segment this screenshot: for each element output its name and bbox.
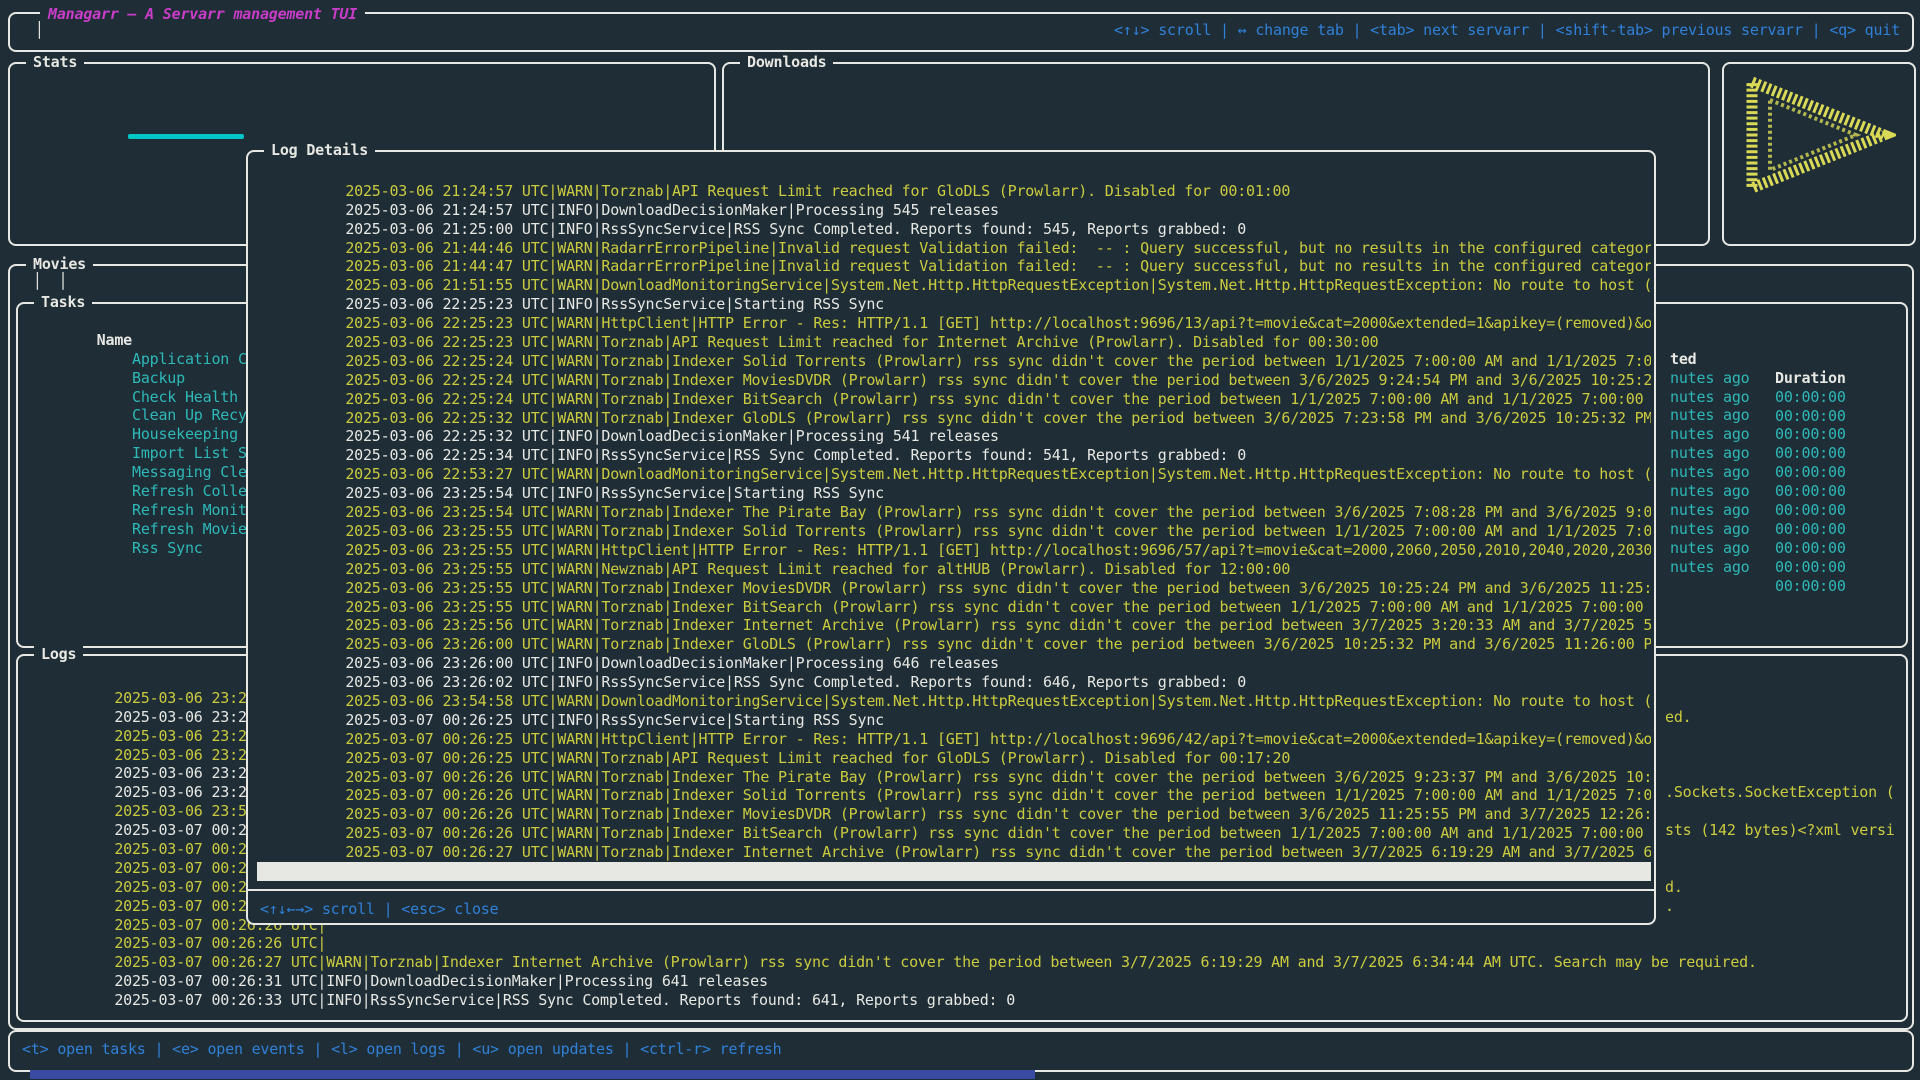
log-detail-line[interactable]: 2025-03-07 00:26:33 UTC|INFO|RssSyncServ… — [257, 862, 1651, 881]
log-detail-line[interactable]: 2025-03-06 23:25:55 UTC|WARN|Torznab|Ind… — [257, 503, 1651, 522]
log-detail-line[interactable]: 2025-03-06 21:44:46 UTC|WARN|RadarrError… — [257, 220, 1651, 239]
log-detail-line[interactable]: 2025-03-07 00:26:25 UTC|INFO|RssSyncServ… — [257, 692, 1651, 711]
log-detail-line[interactable]: 2025-03-07 00:26:25 UTC|WARN|Torznab|API… — [257, 730, 1651, 749]
header-panel: Managarr — A Servarr management TUI <↑↓>… — [8, 12, 1914, 52]
log-detail-line[interactable]: 2025-03-06 22:53:27 UTC|WARN|DownloadMon… — [257, 446, 1651, 465]
log-detail-line[interactable]: 2025-03-06 23:26:00 UTC|INFO|DownloadDec… — [257, 635, 1651, 654]
downloads-panel-title: Downloads — [740, 53, 833, 71]
log-detail-line[interactable]: 2025-03-06 22:25:23 UTC|WARN|Torznab|API… — [257, 314, 1651, 333]
managarr-tui-screen: Managarr — A Servarr management TUI <↑↓>… — [0, 0, 1920, 1080]
log-row-tail: . — [1665, 897, 1674, 916]
log-detail-line[interactable]: 2025-03-06 21:51:55 UTC|WARN|DownloadMon… — [257, 257, 1651, 276]
task-last-executed: nutes ago — [1670, 539, 1749, 558]
log-detail-line[interactable]: 2025-03-06 22:25:23 UTC|WARN|HttpClient|… — [257, 295, 1651, 314]
servarr-tab[interactable] — [22, 14, 48, 46]
log-details-lines: 2025-03-06 21:24:57 UTC|WARN|Torznab|API… — [257, 163, 1651, 881]
log-detail-line[interactable]: 2025-03-07 00:26:25 UTC|WARN|HttpClient|… — [257, 711, 1651, 730]
modal-keybinds: <↑↓←→> scroll | <esc> close — [260, 896, 498, 922]
log-detail-line[interactable]: 2025-03-06 22:25:24 UTC|WARN|Torznab|Ind… — [257, 371, 1651, 390]
stats-row — [18, 72, 710, 91]
log-detail-line[interactable]: 2025-03-06 23:25:54 UTC|INFO|RssSyncServ… — [257, 465, 1651, 484]
movies-tabs — [20, 272, 71, 290]
disk-usage-gauge — [128, 134, 244, 139]
log-detail-line[interactable]: 2025-03-07 00:26:27 UTC|WARN|Torznab|Ind… — [257, 824, 1651, 843]
movies-tab[interactable] — [46, 272, 72, 290]
logo-art-panel — [1722, 62, 1916, 246]
log-row-text: 2025-03-07 00:26:33 UTC|INFO|RssSyncServ… — [114, 991, 1015, 1009]
task-duration: 00:00:00 — [1775, 577, 1846, 596]
log-detail-line[interactable]: 2025-03-06 22:25:34 UTC|INFO|RssSyncServ… — [257, 427, 1651, 446]
footer-keybinds: <t> open tasks | <e> open events | <l> o… — [22, 1032, 781, 1066]
log-detail-line[interactable]: 2025-03-06 23:26:02 UTC|INFO|RssSyncServ… — [257, 654, 1651, 673]
stats-row — [18, 91, 710, 110]
log-detail-line[interactable]: 2025-03-06 22:25:24 UTC|WARN|Torznab|Ind… — [257, 352, 1651, 371]
log-detail-line[interactable]: 2025-03-06 22:25:23 UTC|INFO|RssSyncServ… — [257, 276, 1651, 295]
tasks-panel-title: Tasks — [34, 293, 92, 311]
log-detail-line[interactable]: 2025-03-06 23:25:56 UTC|WARN|Torznab|Ind… — [257, 597, 1651, 616]
log-detail-line[interactable]: 2025-03-06 23:25:55 UTC|WARN|Torznab|Ind… — [257, 560, 1651, 579]
logs-panel-title: Logs — [34, 645, 83, 663]
log-detail-line[interactable]: 2025-03-07 00:26:26 UTC|WARN|Torznab|Ind… — [257, 786, 1651, 805]
taskbar-strip — [30, 1070, 1035, 1079]
stats-row — [18, 110, 710, 129]
log-detail-line[interactable]: 2025-03-06 23:25:55 UTC|WARN|HttpClient|… — [257, 522, 1651, 541]
log-detail-line[interactable]: 2025-03-06 22:25:32 UTC|WARN|Torznab|Ind… — [257, 390, 1651, 409]
log-details-title: Log Details — [264, 141, 375, 159]
task-duration: 00:00:00 — [1775, 539, 1846, 558]
task-duration: 00:00:00 — [1775, 558, 1846, 577]
log-row[interactable]: 2025-03-07 00:26:33 UTC|INFO|RssSyncServ… — [26, 972, 1902, 991]
footer-panel: <t> open tasks | <e> open events | <l> o… — [8, 1030, 1914, 1072]
log-row-tail: ed. — [1665, 708, 1692, 727]
log-detail-line[interactable]: 2025-03-07 00:26:26 UTC|WARN|Torznab|Ind… — [257, 805, 1651, 824]
modal-footer-divider — [248, 889, 1654, 891]
movies-panel-title: Movies — [26, 255, 93, 273]
log-detail-line[interactable]: 2025-03-06 23:25:54 UTC|WARN|Torznab|Ind… — [257, 484, 1651, 503]
log-detail-line[interactable]: 2025-03-07 00:26:31 UTC|INFO|DownloadDec… — [257, 843, 1651, 862]
log-detail-line[interactable]: 2025-03-06 23:25:55 UTC|WARN|Torznab|Ind… — [257, 579, 1651, 598]
log-detail-line[interactable]: 2025-03-07 00:26:26 UTC|WARN|Torznab|Ind… — [257, 749, 1651, 768]
task-name: Rss Sync — [132, 539, 203, 557]
log-detail-line[interactable]: 2025-03-06 23:25:55 UTC|WARN|Newznab|API… — [257, 541, 1651, 560]
log-detail-line[interactable]: 2025-03-06 22:25:24 UTC|WARN|Torznab|Ind… — [257, 333, 1651, 352]
log-detail-line[interactable]: 2025-03-06 22:25:32 UTC|INFO|DownloadDec… — [257, 409, 1651, 428]
log-detail-line[interactable]: 2025-03-06 23:54:58 UTC|WARN|DownloadMon… — [257, 673, 1651, 692]
log-detail-line[interactable]: 2025-03-06 21:25:00 UTC|INFO|RssSyncServ… — [257, 201, 1651, 220]
play-triangle-icon — [1738, 70, 1896, 200]
task-last-executed: nutes ago — [1670, 558, 1749, 577]
stats-panel-title: Stats — [26, 53, 84, 71]
log-row[interactable]: 2025-03-07 00:26:27 UTC|WARN|Torznab|Ind… — [26, 934, 1902, 953]
log-detail-line[interactable]: 2025-03-06 21:44:47 UTC|WARN|RadarrError… — [257, 239, 1651, 258]
log-row-tail: d. — [1665, 878, 1683, 897]
log-row-tail: .Sockets.SocketException ( — [1665, 783, 1895, 802]
log-row[interactable]: 2025-03-07 00:26:31 UTC|INFO|DownloadDec… — [26, 953, 1902, 972]
log-detail-line[interactable]: 2025-03-06 23:26:00 UTC|WARN|Torznab|Ind… — [257, 616, 1651, 635]
header-keybinds: <↑↓> scroll | ↔ change tab | <tab> next … — [1114, 14, 1900, 46]
log-row-tail: sts (142 bytes)<?xml versi — [1665, 821, 1895, 840]
servarr-tabs — [22, 14, 56, 46]
log-detail-line[interactable]: 2025-03-06 21:24:57 UTC|INFO|DownloadDec… — [257, 182, 1651, 201]
log-detail-line[interactable]: 2025-03-06 21:24:57 UTC|WARN|Torznab|API… — [257, 163, 1651, 182]
log-detail-line[interactable]: 2025-03-07 00:26:26 UTC|WARN|Torznab|Ind… — [257, 768, 1651, 787]
movies-tab[interactable] — [20, 272, 46, 290]
log-details-modal: Log Details 2025-03-06 21:24:57 UTC|WARN… — [246, 150, 1656, 925]
